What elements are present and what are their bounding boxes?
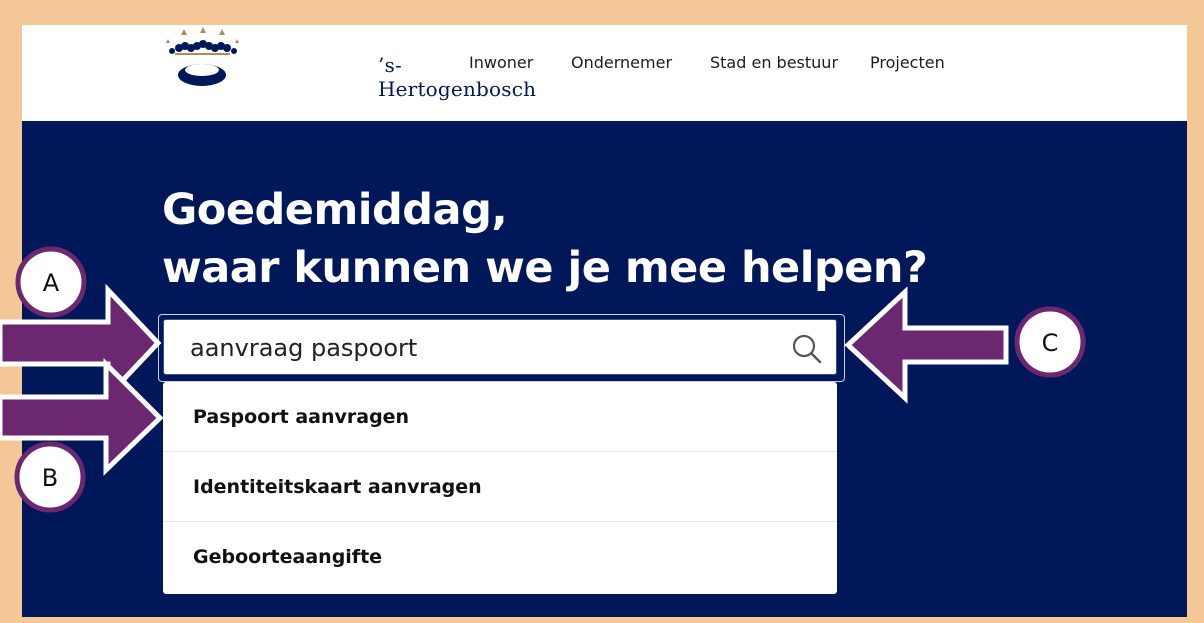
crown-logo-icon [166,27,239,86]
site-logo[interactable]: ’s-Hertogenbosch [160,27,536,101]
search-suggestions: Paspoort aanvragen Identiteitskaart aanv… [163,382,837,594]
search-bar [158,314,845,382]
suggestion-item[interactable]: Identiteitskaart aanvragen [163,452,837,522]
suggestion-item[interactable]: Paspoort aanvragen [163,382,837,452]
nav-item-stad-en-bestuur[interactable]: Stad en bestuur [710,53,838,72]
greeting-text: Goedemiddag, [162,185,508,235]
nav-item-projecten[interactable]: Projecten [870,53,945,72]
nav-item-ondernemer[interactable]: Ondernemer [571,53,672,72]
site-header: ’s-Hertogenbosch Inwoner Ondernemer Stad… [22,25,1187,121]
search-box [163,319,837,375]
question-text: waar kunnen we je mee helpen? [162,243,928,293]
hero-heading: Goedemiddag, waar kunnen we je mee helpe… [162,181,928,297]
webpage: ’s-Hertogenbosch Inwoner Ondernemer Stad… [22,25,1187,617]
search-input[interactable] [188,330,772,366]
search-icon [792,334,822,364]
search-button[interactable] [790,332,824,366]
suggestion-item[interactable]: Geboorteaangifte [163,522,837,592]
nav-item-inwoner[interactable]: Inwoner [469,53,533,72]
